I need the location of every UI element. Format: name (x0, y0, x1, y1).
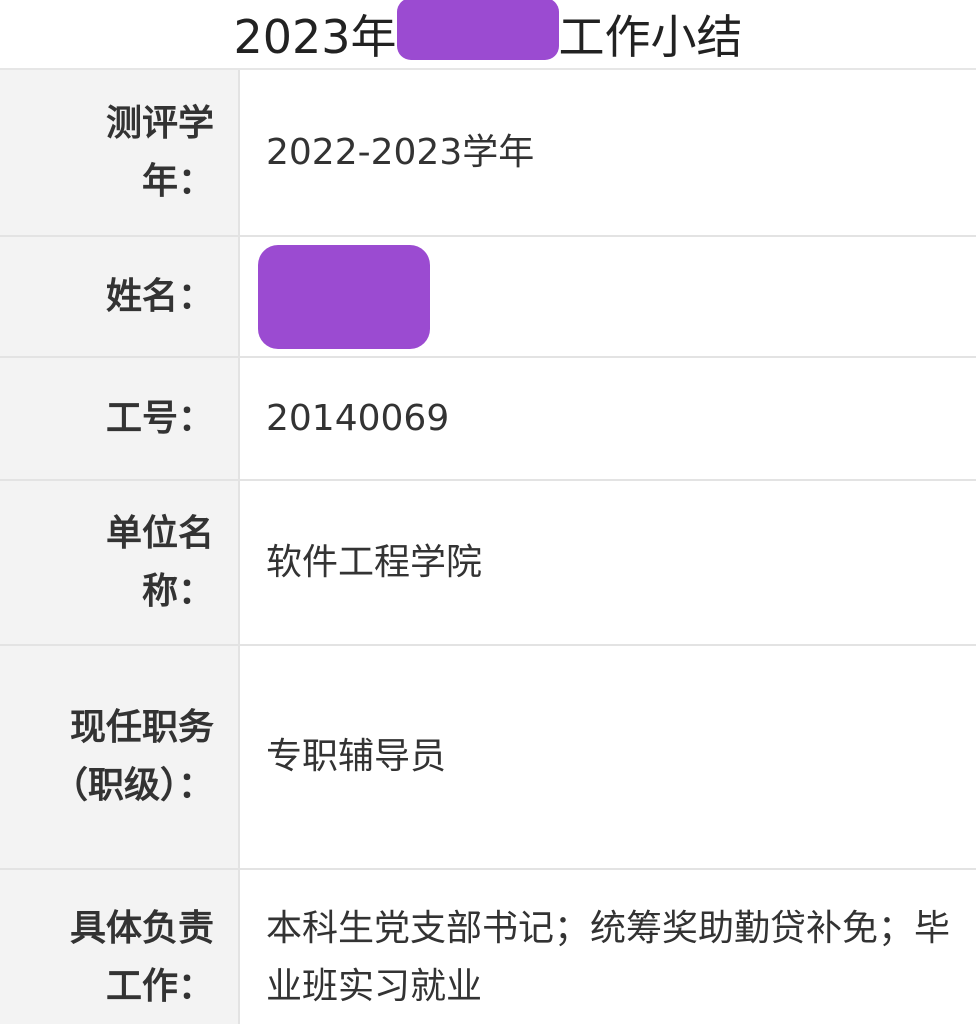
field-label-staff-id: 工号： (0, 357, 240, 481)
title-bar: 2023年 工作小结 (0, 0, 976, 70)
page-title: 2023年 工作小结 (0, 0, 976, 66)
work-summary-page: 2023年 工作小结 测评学年： 2022-2023学年 姓名： 工号： 201… (0, 0, 976, 1024)
title-redaction (396, 0, 559, 60)
field-label-position: 现任职务（职级）： (0, 645, 240, 870)
field-label-unit: 单位名称： (0, 480, 240, 646)
table-row-name: 姓名： (0, 236, 976, 358)
field-label-year: 测评学年： (0, 70, 240, 237)
field-value-duties: 本科生党支部书记；统筹奖助勤贷补免；毕业班实习就业 (239, 869, 976, 1024)
field-value-name (239, 236, 976, 358)
field-value-year: 2022-2023学年 (239, 70, 976, 237)
field-value-position: 专职辅导员 (239, 645, 976, 870)
title-suffix: 工作小结 (558, 10, 743, 64)
table-row-year: 测评学年： 2022-2023学年 (0, 70, 976, 237)
field-value-staff-id: 20140069 (239, 357, 976, 481)
info-table: 测评学年： 2022-2023学年 姓名： 工号： 20140069 单位名称：… (0, 70, 976, 1024)
table-row-unit: 单位名称： 软件工程学院 (0, 480, 976, 646)
name-redaction (258, 244, 430, 349)
table-row-duties: 具体负责工作： 本科生党支部书记；统筹奖助勤贷补免；毕业班实习就业 (0, 869, 976, 1024)
field-value-unit: 软件工程学院 (239, 480, 976, 646)
field-label-name: 姓名： (0, 236, 240, 358)
table-row-position: 现任职务（职级）： 专职辅导员 (0, 645, 976, 870)
field-label-duties: 具体负责工作： (0, 869, 240, 1024)
title-prefix: 2023年 (233, 10, 397, 64)
table-row-staff-id: 工号： 20140069 (0, 357, 976, 481)
